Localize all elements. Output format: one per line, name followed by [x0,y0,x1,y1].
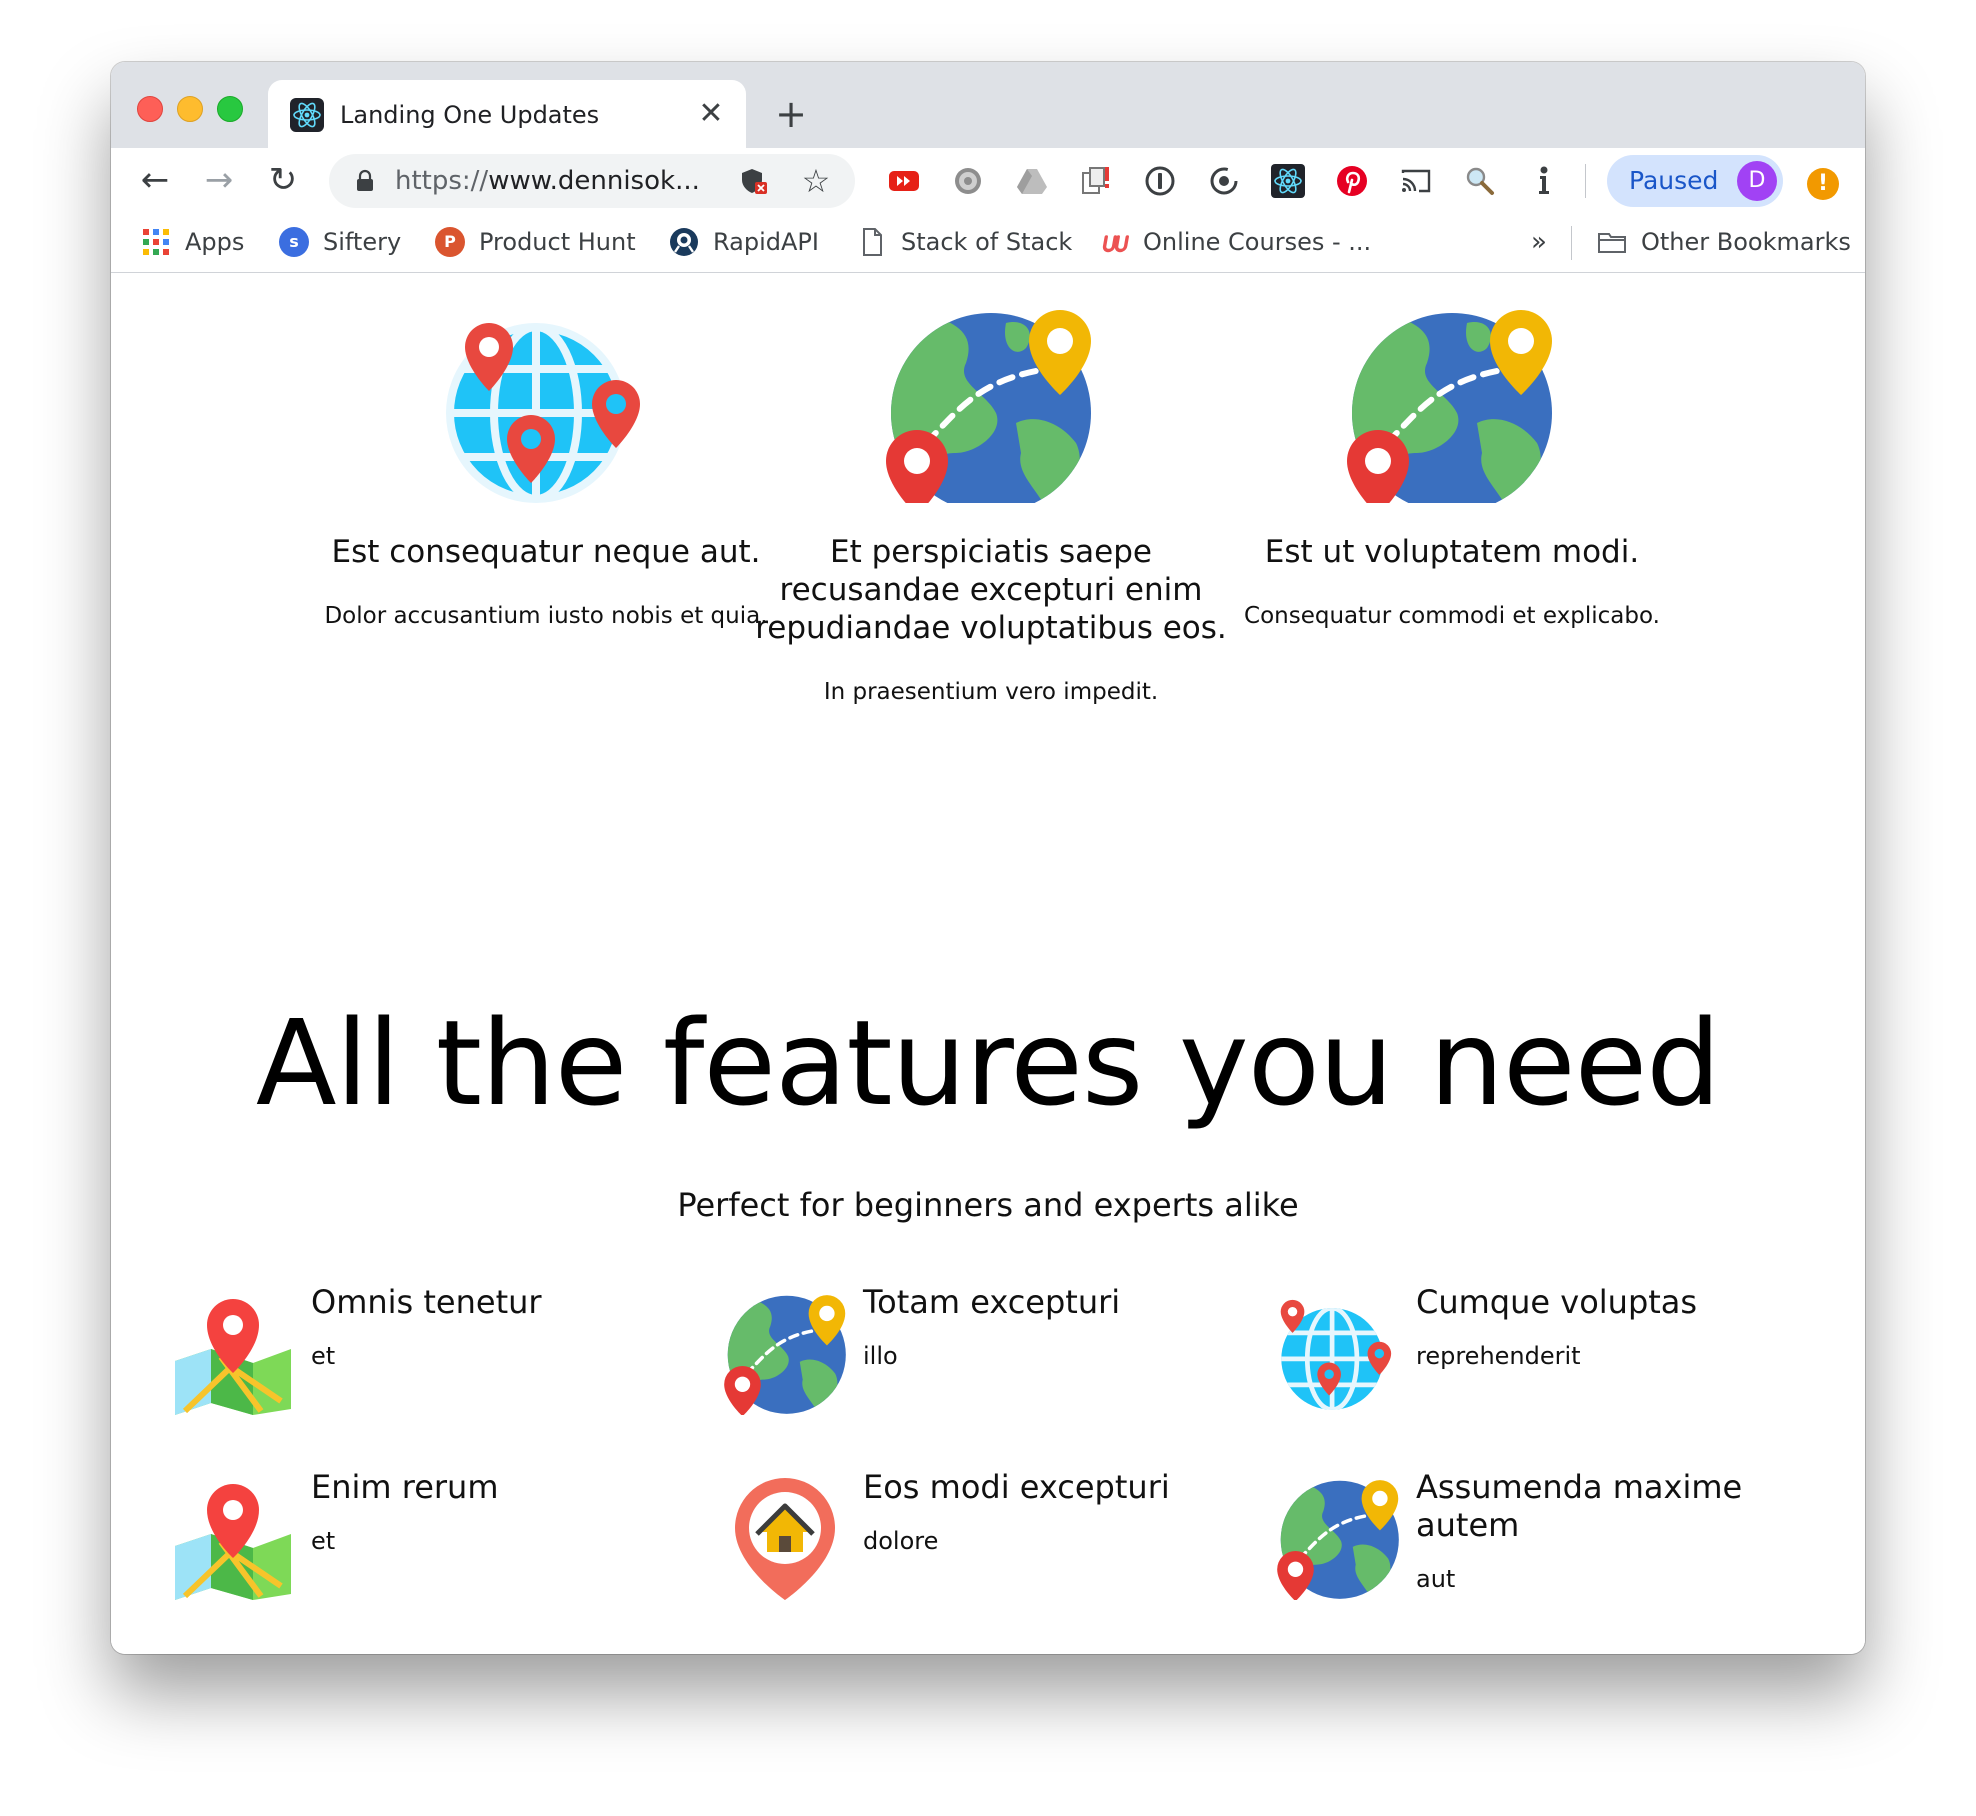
bookmark-online-courses[interactable]: Online Courses - ... [1099,224,1371,260]
bookmark-product-hunt[interactable]: P Product Hunt [435,224,636,260]
bookmark-siftery[interactable]: s Siftery [279,224,401,260]
folder-icon [1598,233,1626,253]
shield-blocked-icon[interactable] [739,166,769,196]
siftery-icon: s [279,227,309,257]
back-button[interactable]: ← [131,156,179,204]
cast-icon[interactable] [1399,164,1433,198]
feature-title: Totam excepturi [863,1283,1121,1321]
tab-title: Landing One Updates [340,101,600,129]
card-text: In praesentium vero impedit. [823,679,1159,705]
globe-pins-icon [446,323,640,503]
udemy-icon [1102,235,1129,253]
feature-desc: et [311,1527,336,1555]
profile-status-label: Paused [1629,166,1719,195]
youtube-extension-icon[interactable] [887,164,921,198]
globe-pins-icon [1280,1299,1392,1410]
feature-desc: aut [1416,1565,1456,1593]
product-hunt-icon: P [435,227,465,257]
refresh-extension-icon[interactable] [1207,164,1241,198]
close-window-button[interactable] [137,96,163,122]
card: Est ut voluptatem modi. Consequatur comm… [1187,273,1717,631]
earth-route-icon [1277,1480,1399,1600]
react-icon [290,98,324,132]
pinterest-icon[interactable] [1335,164,1369,198]
map-pin-icon [175,1484,291,1600]
info-extension-icon[interactable] [1527,164,1561,198]
magnifier-extension-icon[interactable] [1463,164,1497,198]
feature-title: Assumenda maxime autem [1416,1468,1743,1544]
feature-item: Enim rerum et [171,1468,691,1628]
apps-grid-icon [143,229,169,255]
bookmarks-divider [1571,226,1572,260]
feature-item: Cumque voluptas reprehenderit [1276,1283,1796,1443]
feature-desc: illo [863,1342,898,1370]
browser-tab[interactable]: Landing One Updates ✕ [268,80,746,148]
card-text: Dolor accusantium iusto nobis et quia. [324,603,768,629]
feature-title: Enim rerum [311,1468,499,1506]
bookmark-other-bookmarks[interactable]: Other Bookmarks [1597,224,1851,260]
card-title: Est ut voluptatem modi. [1264,534,1640,570]
new-tab-button[interactable]: + [771,94,811,134]
browser-window: Landing One Updates ✕ + ← → ↻ https://ww… [111,62,1865,1654]
rapidapi-icon [670,228,698,256]
feature-title: Cumque voluptas [1416,1283,1698,1321]
onepassword-extension-icon[interactable] [1143,164,1177,198]
toolbar-divider [1585,164,1586,198]
gear-extension-icon[interactable] [951,164,985,198]
card-title: Et perspiciatis saepe recusandae exceptu… [755,534,1227,646]
page-content: Est consequatur neque aut. Dolor accusan… [111,273,1865,1654]
feature-item: Assumenda maxime autem aut [1276,1468,1796,1628]
card: Est consequatur neque aut. Dolor accusan… [281,273,811,631]
bookmark-rapidapi[interactable]: RapidAPI [669,224,819,260]
avatar: D [1737,161,1777,201]
earth-route-icon [724,1295,846,1415]
page-icon [863,228,882,256]
feature-title: Omnis tenetur [311,1283,542,1321]
bookmark-stack-of-stack[interactable]: Stack of Stack [857,224,1072,260]
profile-button[interactable]: Paused D [1607,155,1783,207]
title-bar: Landing One Updates ✕ + [111,62,1865,148]
earth-route-icon [1347,310,1552,503]
star-icon[interactable]: ☆ [801,165,831,197]
reload-button[interactable]: ↻ [259,156,307,204]
feature-item: Eos modi excepturi dolore [723,1468,1243,1628]
lock-icon [357,169,373,191]
bookmark-apps[interactable]: Apps [141,224,244,260]
clipboard-extension-icon[interactable] [1079,164,1113,198]
toolbar: ← → ↻ https://www.dennisok... ☆ Paused D… [111,148,1865,212]
features-subheading: Perfect for beginners and experts alike [677,1186,1299,1224]
bookmarks-bar: Apps s Siftery P Product Hunt RapidAPI S… [111,212,1865,273]
drive-extension-icon[interactable] [1015,164,1049,198]
feature-item: Omnis tenetur et [171,1283,691,1443]
more-bookmarks-button[interactable]: » [1531,224,1547,260]
address-bar[interactable]: https://www.dennisok... ☆ [329,154,855,208]
update-warning-icon[interactable]: ! [1807,168,1839,200]
earth-route-icon [886,310,1091,503]
url-text[interactable]: https://www.dennisok... [395,154,700,208]
feature-title: Eos modi excepturi [863,1468,1170,1506]
features-heading: All the features you need [255,994,1721,1132]
home-pin-icon [735,1478,835,1600]
feature-desc: reprehenderit [1416,1342,1581,1370]
card-title: Est consequatur neque aut. [331,534,761,570]
minimize-window-button[interactable] [177,96,203,122]
card-text: Consequatur commodi et explicabo. [1244,603,1660,629]
map-pin-icon [175,1299,291,1415]
card: Et perspiciatis saepe recusandae exceptu… [741,273,1241,707]
feature-item: Totam excepturi illo [723,1283,1243,1443]
feature-desc: dolore [863,1527,939,1555]
close-icon[interactable]: ✕ [694,97,728,131]
zoom-window-button[interactable] [217,96,243,122]
react-devtools-icon[interactable] [1271,164,1305,198]
forward-button[interactable]: → [195,156,243,204]
feature-desc: et [311,1342,336,1370]
